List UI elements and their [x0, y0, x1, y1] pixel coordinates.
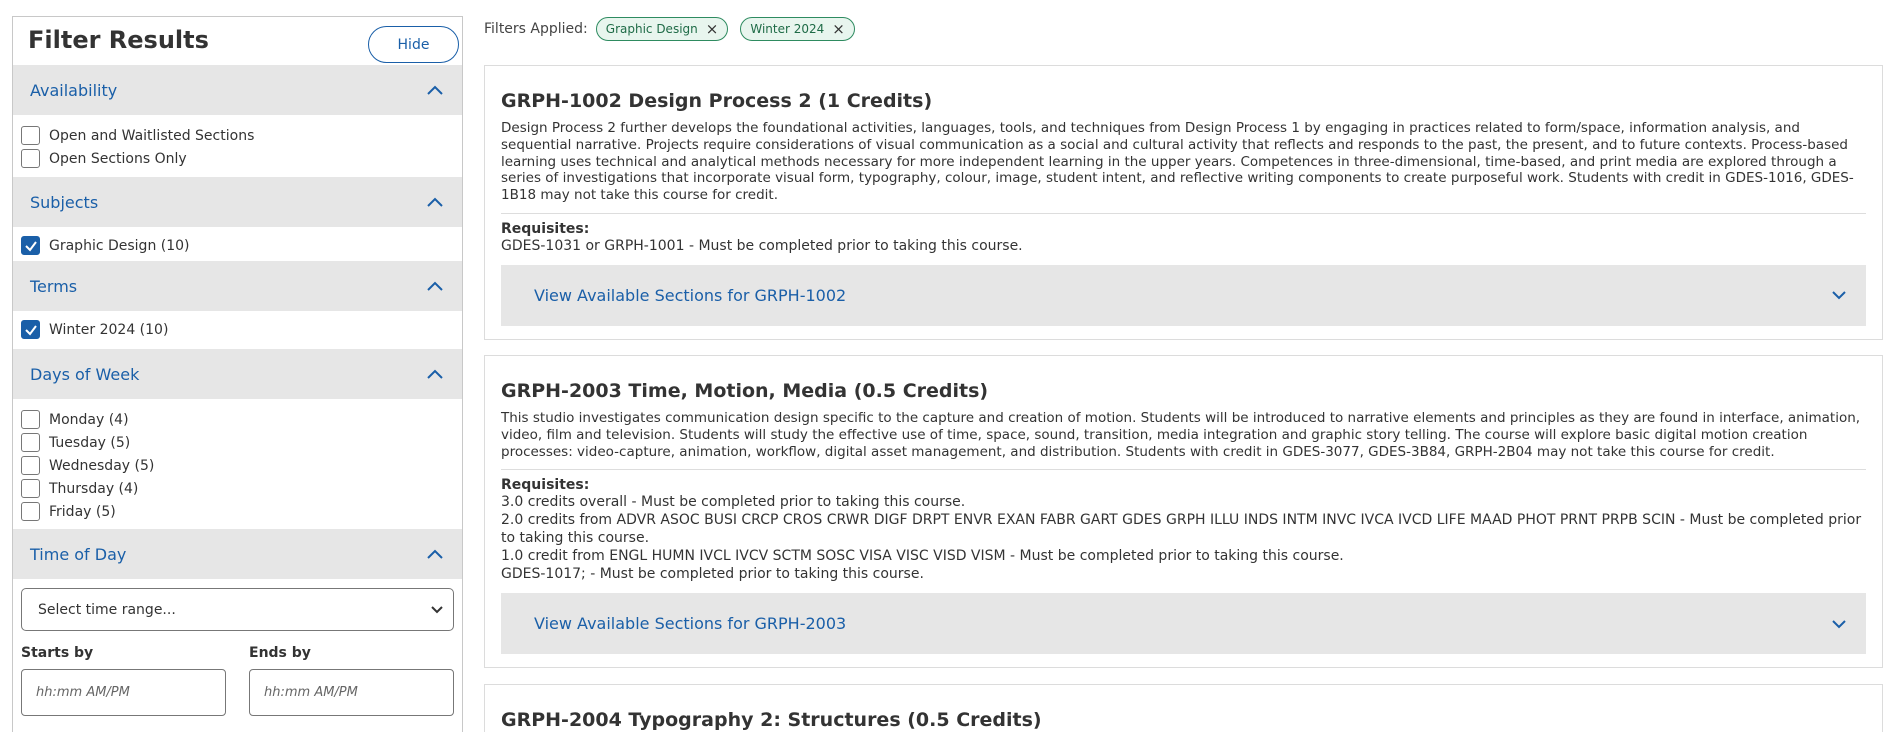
- option-label: Open and Waitlisted Sections: [49, 127, 255, 144]
- ends-by-input[interactable]: [249, 669, 454, 716]
- course-description: Design Process 2 further develops the fo…: [501, 120, 1866, 214]
- checkmark-icon: [24, 240, 37, 252]
- view-sections-button[interactable]: View Available Sections for GRPH-2003: [501, 593, 1866, 655]
- chevron-up-icon: [427, 281, 443, 291]
- availability-option-open-waitlisted[interactable]: Open and Waitlisted Sections: [21, 124, 454, 147]
- terms-title: Terms: [30, 276, 78, 296]
- option-label: Graphic Design (10): [49, 237, 190, 254]
- terms-section-header[interactable]: Terms: [13, 261, 462, 311]
- course-card: GRPH-1002 Design Process 2 (1 Credits) D…: [484, 65, 1883, 340]
- availability-title: Availability: [30, 80, 118, 100]
- course-title: GRPH-1002 Design Process 2 (1 Credits): [501, 90, 933, 112]
- sidebar-header: Filter Results Hide: [13, 17, 462, 65]
- filters-applied-label: Filters Applied:: [484, 21, 588, 37]
- view-sections-label: View Available Sections for GRPH-2003: [534, 614, 847, 634]
- subjects-section-header[interactable]: Subjects: [13, 177, 462, 227]
- option-label: Wednesday (5): [49, 457, 155, 474]
- course-card: GRPH-2004 Typography 2: Structures (0.5 …: [484, 684, 1883, 732]
- requisite-line: GDES-1031 or GRPH-1001 - Must be complet…: [501, 237, 1023, 254]
- day-option-wednesday[interactable]: Wednesday (5): [21, 454, 454, 477]
- chevron-up-icon: [427, 549, 443, 559]
- chevron-down-icon: [1832, 291, 1846, 300]
- ends-by-group: Ends by: [249, 645, 454, 716]
- course-title: GRPH-2004 Typography 2: Structures (0.5 …: [501, 709, 1042, 731]
- sidebar-title: Filter Results: [28, 26, 209, 54]
- option-label: Winter 2024 (10): [49, 321, 169, 338]
- close-icon[interactable]: ×: [832, 21, 845, 37]
- close-icon[interactable]: ×: [706, 21, 719, 37]
- chevron-up-icon: [427, 369, 443, 379]
- checkbox[interactable]: [21, 126, 40, 145]
- requisite-line: 2.0 credits from ADVR ASOC BUSI CRCP CRO…: [501, 512, 1862, 547]
- availability-section-header[interactable]: Availability: [13, 65, 462, 115]
- chip-label: Winter 2024: [750, 22, 825, 36]
- option-label: Thursday (4): [49, 480, 139, 497]
- chevron-down-icon: [1832, 620, 1846, 629]
- subjects-options: Graphic Design (10): [13, 227, 462, 261]
- option-label: Monday (4): [49, 411, 129, 428]
- subject-option-graphic-design[interactable]: Graphic Design (10): [21, 234, 454, 257]
- filter-chip-graphic-design[interactable]: Graphic Design ×: [595, 17, 729, 41]
- term-option-winter-2024[interactable]: Winter 2024 (10): [21, 318, 454, 341]
- checkbox[interactable]: [21, 149, 40, 168]
- time-inputs-row: Starts by Ends by: [21, 645, 454, 716]
- filters-applied-bar: Filters Applied: Graphic Design × Winter…: [484, 17, 867, 41]
- day-option-friday[interactable]: Friday (5): [21, 500, 454, 523]
- starts-by-input[interactable]: [21, 669, 226, 716]
- time-range-value: Select time range...: [38, 601, 176, 618]
- checkmark-icon: [24, 324, 37, 336]
- chevron-up-icon: [427, 85, 443, 95]
- subjects-title: Subjects: [30, 192, 99, 212]
- terms-options: Winter 2024 (10): [13, 311, 462, 349]
- requisites-label: Requisites:: [501, 477, 590, 494]
- time-section-header[interactable]: Time of Day: [13, 529, 462, 579]
- course-description: This studio investigates communication d…: [501, 410, 1866, 471]
- checkbox[interactable]: [21, 479, 40, 498]
- checkbox[interactable]: [21, 456, 40, 475]
- option-label: Tuesday (5): [49, 434, 131, 451]
- availability-option-open-only[interactable]: Open Sections Only: [21, 147, 454, 170]
- checkbox-checked[interactable]: [21, 236, 40, 255]
- time-range-select[interactable]: Select time range...: [21, 588, 454, 631]
- starts-by-group: Starts by: [21, 645, 226, 716]
- option-label: Friday (5): [49, 503, 116, 520]
- chevron-up-icon: [427, 197, 443, 207]
- days-title: Days of Week: [30, 364, 140, 384]
- view-sections-button[interactable]: View Available Sections for GRPH-1002: [501, 264, 1866, 326]
- course-card: GRPH-2003 Time, Motion, Media (0.5 Credi…: [484, 355, 1883, 668]
- requisite-line: GDES-1017; - Must be completed prior to …: [501, 566, 924, 583]
- checkbox-checked[interactable]: [21, 320, 40, 339]
- availability-options: Open and Waitlisted Sections Open Sectio…: [13, 115, 462, 177]
- filter-chip-winter-2024[interactable]: Winter 2024 ×: [740, 17, 855, 41]
- checkbox[interactable]: [21, 433, 40, 452]
- day-option-tuesday[interactable]: Tuesday (5): [21, 431, 454, 454]
- starts-by-label: Starts by: [21, 645, 94, 661]
- checkbox[interactable]: [21, 502, 40, 521]
- course-title: GRPH-2003 Time, Motion, Media (0.5 Credi…: [501, 380, 989, 402]
- time-options: Select time range... Starts by Ends by: [13, 588, 462, 722]
- requisite-line: 1.0 credit from ENGL HUMN IVCL IVCV SCTM…: [501, 548, 1344, 565]
- requisites-label: Requisites:: [501, 220, 590, 237]
- option-label: Open Sections Only: [49, 150, 187, 167]
- filter-sidebar: Filter Results Hide Availability Open an…: [12, 16, 463, 732]
- time-title: Time of Day: [30, 544, 127, 564]
- days-options: Monday (4) Tuesday (5) Wednesday (5) Thu…: [13, 399, 462, 529]
- checkbox[interactable]: [21, 410, 40, 429]
- day-option-thursday[interactable]: Thursday (4): [21, 477, 454, 500]
- ends-by-label: Ends by: [249, 645, 311, 661]
- view-sections-label: View Available Sections for GRPH-1002: [534, 285, 847, 305]
- chevron-down-icon: [431, 605, 443, 613]
- day-option-monday[interactable]: Monday (4): [21, 408, 454, 431]
- days-section-header[interactable]: Days of Week: [13, 349, 462, 399]
- hide-filters-button[interactable]: Hide: [368, 26, 459, 63]
- chip-label: Graphic Design: [605, 22, 698, 36]
- requisite-line: 3.0 credits overall - Must be completed …: [501, 494, 966, 511]
